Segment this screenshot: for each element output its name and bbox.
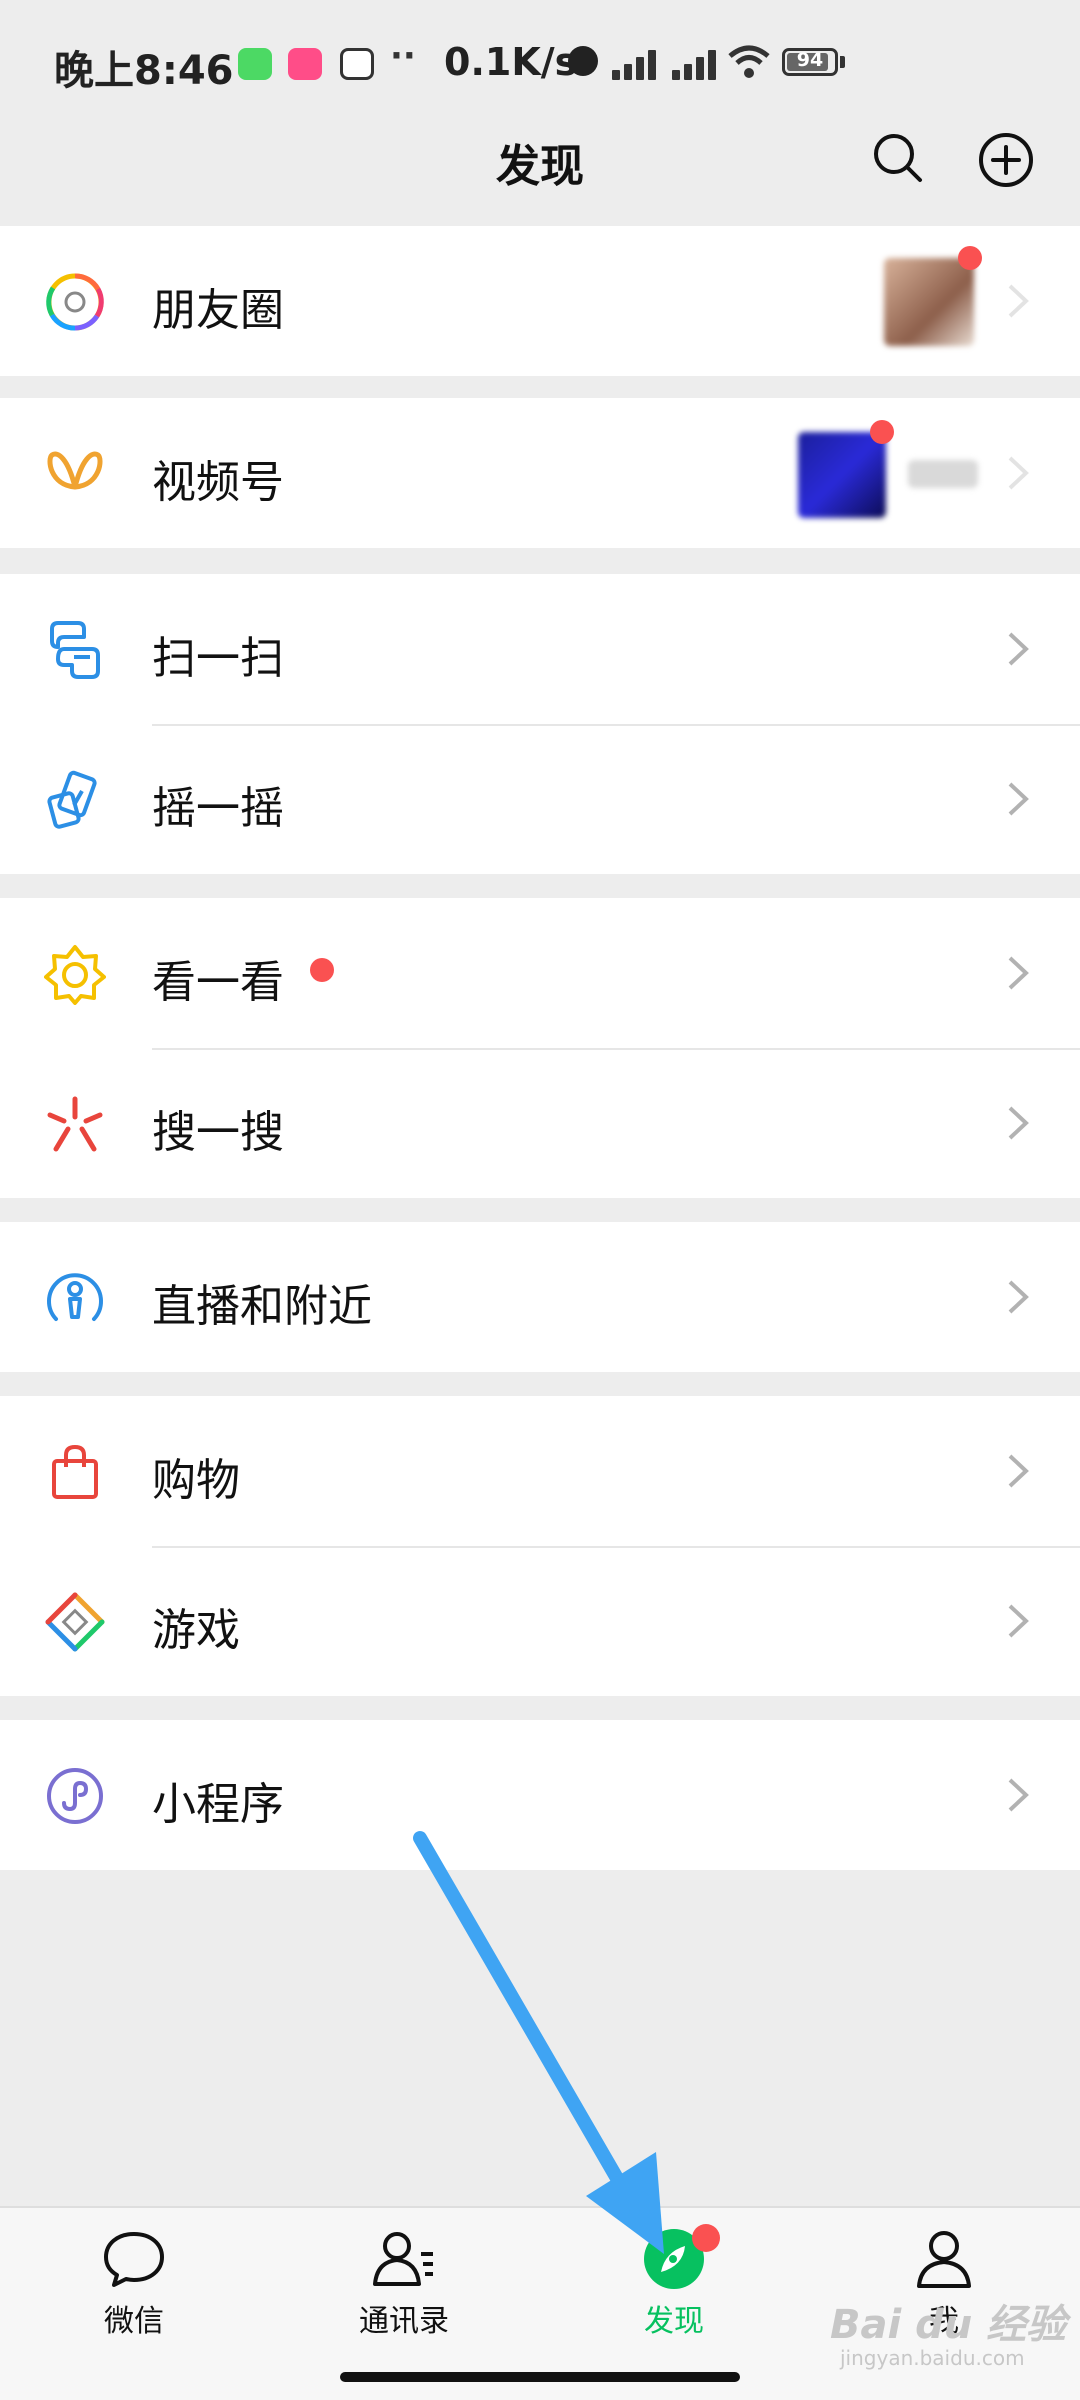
top-stories-icon	[44, 945, 106, 1005]
search-icon[interactable]	[870, 130, 926, 186]
group-live-nearby: 直播和附近	[0, 1222, 1080, 1372]
tab-discover[interactable]: 发现	[574, 2224, 774, 2340]
live-nearby-label: 直播和附近	[152, 1281, 372, 1332]
signal-icon-2	[672, 48, 722, 80]
battery-tip	[840, 56, 845, 68]
network-speed: 0.1K/s	[444, 40, 578, 84]
person-icon	[917, 2231, 971, 2288]
video-app-icon	[288, 48, 322, 80]
group-shopping-games: 购物 游戏	[0, 1396, 1080, 1696]
list-item-mini-programs[interactable]: 小程序	[0, 1720, 1080, 1870]
mini-programs-label: 小程序	[152, 1779, 284, 1830]
signal-icon-1	[612, 48, 662, 80]
chat-bubble-icon	[104, 2232, 164, 2287]
status-time: 晚上8:46	[54, 48, 234, 94]
watermark-logo: Bai du 经验	[830, 2302, 1067, 2348]
messages-app-icon	[238, 48, 272, 80]
alarm-icon	[568, 46, 598, 76]
status-bar: 晚上8:46 ·· 0.1K/s 94	[0, 0, 1080, 128]
divider	[152, 1546, 1080, 1548]
scan-label: 扫一扫	[152, 633, 284, 684]
tab-contacts-label: 通讯录	[359, 2304, 449, 2339]
top-stories-label: 看一看	[152, 957, 284, 1008]
moments-label: 朋友圈	[152, 285, 284, 336]
wallet-app-icon	[340, 48, 374, 80]
channels-red-dot	[870, 420, 894, 444]
chevron-right-icon	[1008, 1280, 1029, 1314]
chevron-right-icon	[1008, 956, 1029, 990]
chevron-right-icon	[1008, 1106, 1029, 1140]
group-topstories-search: 看一看 搜一搜	[0, 898, 1080, 1198]
shopping-label: 购物	[152, 1455, 240, 1506]
chevron-right-icon	[1008, 1604, 1029, 1638]
more-notifications-icon: ··	[390, 36, 416, 76]
moments-red-dot	[958, 246, 982, 270]
chevron-right-icon	[1008, 1454, 1029, 1488]
live-nearby-icon	[47, 1273, 103, 1321]
top-stories-red-dot	[310, 958, 334, 982]
battery-level: 94	[796, 49, 824, 71]
channels-butterfly-icon	[47, 451, 103, 490]
search-label: 搜一搜	[152, 1107, 284, 1158]
tab-chats[interactable]: 微信	[34, 2226, 234, 2340]
divider	[152, 724, 1080, 726]
home-indicator[interactable]	[340, 2372, 740, 2382]
divider	[152, 1048, 1080, 1050]
moments-aperture-icon	[46, 273, 104, 331]
plus-circle-icon[interactable]	[978, 132, 1034, 188]
channels-blurred-text	[908, 460, 978, 488]
channels-label: 视频号	[152, 457, 284, 508]
shopping-bag-icon	[52, 1444, 98, 1499]
chevron-right-icon	[1008, 456, 1029, 490]
game-diamond-icon	[45, 1592, 105, 1652]
list-item-shake[interactable]: 摇一摇	[0, 724, 1080, 874]
mini-program-icon	[47, 1768, 103, 1824]
contacts-icon	[373, 2232, 433, 2286]
list-item-live-nearby[interactable]: 直播和附近	[0, 1222, 1080, 1372]
shake-label: 摇一摇	[152, 783, 284, 834]
channels-thumbnail	[798, 432, 886, 518]
list-item-scan[interactable]: 扫一扫	[0, 574, 1080, 724]
group-scan-shake: 扫一扫 摇一摇	[0, 574, 1080, 874]
search-spark-icon	[47, 1096, 103, 1152]
moments-thumbnail	[884, 258, 974, 346]
group-moments: 朋友圈	[0, 226, 1080, 376]
chevron-right-icon	[1008, 632, 1029, 666]
list-item-channels[interactable]: 视频号	[0, 398, 1080, 548]
tab-discover-label: 发现	[644, 2304, 704, 2339]
games-label: 游戏	[152, 1605, 240, 1656]
group-mini-programs: 小程序	[0, 1720, 1080, 1870]
chevron-right-icon	[1008, 284, 1029, 318]
list-item-moments[interactable]: 朋友圈	[0, 226, 1080, 376]
tab-chats-label: 微信	[104, 2304, 164, 2339]
shake-icon	[47, 770, 97, 829]
list-item-top-stories[interactable]: 看一看	[0, 898, 1080, 1048]
tab-contacts[interactable]: 通讯录	[304, 2226, 504, 2340]
chevron-right-icon	[1008, 1778, 1029, 1812]
list-item-search[interactable]: 搜一搜	[0, 1048, 1080, 1198]
list-item-shopping[interactable]: 购物	[0, 1396, 1080, 1546]
discover-red-dot	[692, 2224, 720, 2252]
battery-icon: 94	[782, 48, 838, 76]
scan-icon	[50, 621, 100, 679]
list-item-games[interactable]: 游戏	[0, 1546, 1080, 1696]
watermark-url: jingyan.baidu.com	[840, 2346, 1025, 2370]
wifi-icon	[728, 45, 770, 78]
group-channels: 视频号	[0, 398, 1080, 548]
chevron-right-icon	[1008, 782, 1029, 816]
